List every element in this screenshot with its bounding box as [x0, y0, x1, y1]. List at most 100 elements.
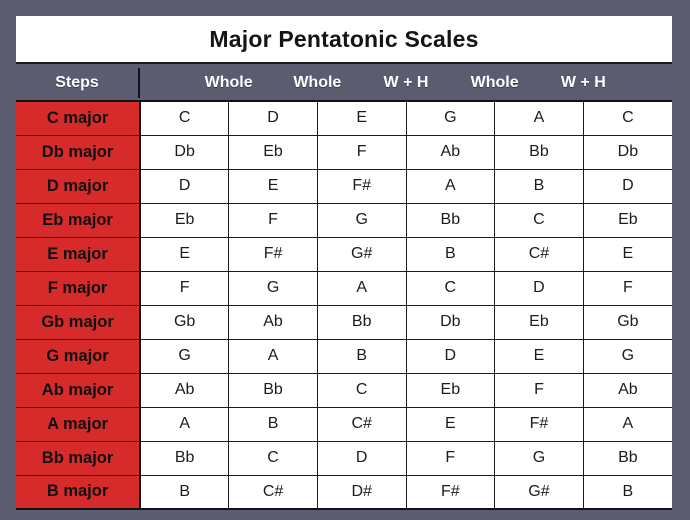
note-cell: Db: [405, 304, 496, 340]
note-cell: D: [494, 270, 584, 306]
note-cell: Gb: [139, 304, 230, 340]
note-cell: C#: [316, 406, 407, 442]
note-cell: Ab: [139, 372, 230, 408]
table-row: C major C D E G A C: [16, 101, 672, 136]
note-cell: Bb: [582, 440, 672, 476]
note-cell: G: [316, 202, 407, 238]
note-cell: D: [405, 338, 496, 374]
table-row: Db major Db Eb F Ab Bb Db: [16, 134, 672, 170]
note-cell: E: [316, 101, 407, 136]
note-cell: G: [405, 101, 496, 136]
note-cell: Bb: [494, 134, 584, 170]
note-cell: D: [139, 168, 230, 204]
note-cell: Ab: [582, 372, 672, 408]
chart-title-bar: Major Pentatonic Scales: [16, 16, 672, 64]
steps-header-label-cell: Steps: [16, 68, 140, 98]
note-cell: C: [405, 270, 496, 306]
note-cell: F: [405, 440, 496, 476]
note-cell: C: [494, 202, 584, 238]
scale-name-cell: Db major: [16, 134, 142, 170]
note-cell: G: [228, 270, 318, 306]
table-row: B major B C# D# F# G# B: [16, 474, 672, 509]
table-row: Gb major Gb Ab Bb Db Eb Gb: [16, 304, 672, 340]
note-cell: B: [139, 474, 230, 509]
scales-table-body: C major C D E G A C Db major Db Eb F Ab Bb Db D major D…: [16, 101, 672, 509]
note-cell: B: [405, 236, 496, 272]
note-cell: Bb: [139, 440, 230, 476]
note-cell: C: [316, 372, 407, 408]
page-title: Major Pentatonic Scales: [209, 25, 479, 52]
table-row: G major G A B D E G: [16, 338, 672, 374]
note-cell: G: [494, 440, 584, 476]
table-row: F major F G A C D F: [16, 270, 672, 306]
note-cell: G: [139, 338, 230, 374]
note-cell: D: [316, 440, 407, 476]
note-cell: F#: [228, 236, 318, 272]
note-cell: D#: [316, 474, 407, 509]
step-interval-label: W + H: [383, 74, 429, 91]
step-interval-label: Whole: [204, 74, 253, 91]
steps-header-label: Steps: [55, 74, 99, 91]
note-cell: A: [582, 406, 672, 442]
note-cell: Eb: [494, 304, 584, 340]
note-cell: C#: [494, 236, 584, 272]
scale-name-cell: B major: [16, 474, 142, 509]
note-cell: F: [582, 270, 672, 306]
scale-name-cell: E major: [16, 236, 142, 272]
note-cell: A: [228, 338, 318, 374]
note-cell: Bb: [316, 304, 407, 340]
note-cell: Eb: [139, 202, 230, 238]
scale-name-cell: Ab major: [16, 372, 142, 408]
scale-name-cell: C major: [16, 101, 142, 136]
note-cell: A: [405, 168, 496, 204]
note-cell: B: [582, 474, 672, 509]
note-cell: Bb: [228, 372, 318, 408]
note-cell: F: [494, 372, 584, 408]
scales-table: C major C D E G A C Db major Db Eb F Ab Bb Db D major D…: [16, 100, 672, 510]
note-cell: F#: [405, 474, 496, 509]
note-cell: C#: [228, 474, 318, 509]
note-cell: Eb: [228, 134, 318, 170]
scale-name-cell: A major: [16, 406, 142, 442]
note-cell: D: [228, 101, 318, 136]
note-cell: F#: [494, 406, 584, 442]
note-cell: E: [494, 338, 584, 374]
note-cell: C: [228, 440, 318, 476]
note-cell: Bb: [405, 202, 496, 238]
note-cell: E: [405, 406, 496, 442]
note-cell: B: [228, 406, 318, 442]
step-interval-label: W + H: [560, 74, 606, 91]
note-cell: E: [228, 168, 318, 204]
note-cell: D: [582, 168, 672, 204]
table-row: Ab major Ab Bb C Eb F Ab: [16, 372, 672, 408]
note-cell: F: [139, 270, 230, 306]
note-cell: C: [139, 101, 230, 136]
note-cell: B: [494, 168, 584, 204]
note-cell: Ab: [228, 304, 318, 340]
note-cell: F#: [316, 168, 407, 204]
note-cell: E: [139, 236, 230, 272]
note-cell: A: [316, 270, 407, 306]
step-interval-label: Whole: [470, 74, 519, 91]
note-cell: Eb: [582, 202, 672, 238]
note-cell: A: [139, 406, 230, 442]
table-row: D major D E F# A B D: [16, 168, 672, 204]
note-cell: A: [494, 101, 584, 136]
scale-name-cell: D major: [16, 168, 142, 204]
note-cell: F: [228, 202, 318, 238]
scale-name-cell: Eb major: [16, 202, 142, 238]
table-row: Bb major Bb C D F G Bb: [16, 440, 672, 476]
step-interval-label: Whole: [293, 74, 342, 91]
table-row: Eb major Eb F G Bb C Eb: [16, 202, 672, 238]
note-cell: B: [316, 338, 407, 374]
note-cell: G: [582, 338, 672, 374]
note-cell: G#: [316, 236, 407, 272]
scale-name-cell: G major: [16, 338, 142, 374]
note-cell: G#: [494, 474, 584, 509]
table-row: E major E F# G# B C# E: [16, 236, 672, 272]
pentatonic-scales-chart: Major Pentatonic Scales Steps Whole Whole…: [0, 0, 690, 520]
note-cell: Eb: [405, 372, 496, 408]
note-cell: E: [582, 236, 672, 272]
note-cell: F: [316, 134, 407, 170]
scale-name-cell: F major: [16, 270, 142, 306]
